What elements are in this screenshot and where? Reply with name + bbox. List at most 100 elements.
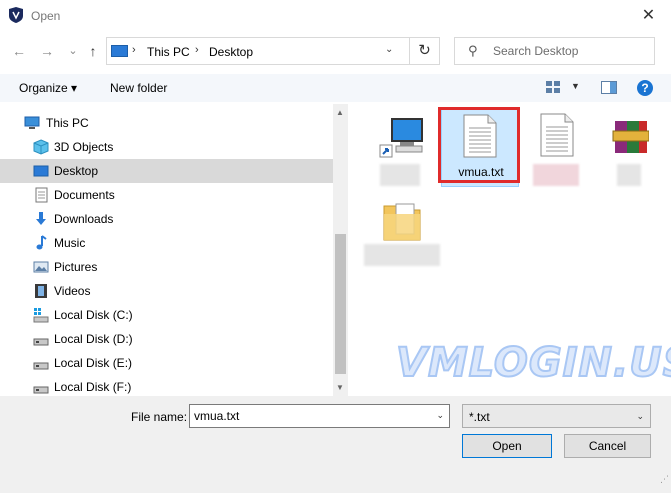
pictures-icon: [33, 261, 49, 273]
window-title: Open: [31, 9, 61, 23]
breadcrumb-this-pc[interactable]: This PC: [147, 45, 190, 59]
bottom-panel: File name: ⌄ *.txt ⌄ Open Cancel ⋰: [0, 396, 671, 493]
sidebar-item-downloads[interactable]: Downloads: [0, 207, 333, 231]
file-tile-archive[interactable]: [597, 109, 671, 187]
sidebar-scrollbar[interactable]: ▲ ▼: [333, 104, 348, 396]
sidebar-item-local-disk-e[interactable]: Local Disk (E:): [0, 351, 333, 375]
sidebar-item-label: Local Disk (D:): [54, 332, 133, 346]
drive-icon: [33, 362, 49, 370]
address-dropdown-icon[interactable]: ⌄: [385, 44, 393, 55]
sidebar-item-label: Local Disk (C:): [54, 308, 133, 322]
sidebar-item-label: Videos: [54, 284, 91, 298]
cancel-button[interactable]: Cancel: [564, 434, 651, 458]
computer-icon: [24, 116, 40, 129]
winrar-archive-icon: [612, 121, 649, 153]
address-bar[interactable]: › This PC › Desktop ⌄: [106, 37, 410, 65]
app-shield-icon: [9, 7, 23, 23]
scroll-down-icon[interactable]: ▼: [336, 383, 344, 392]
navigation-pane: This PC 3D Objects Desktop Documents Dow…: [0, 104, 333, 396]
sidebar-item-desktop[interactable]: Desktop: [0, 159, 333, 183]
blurred-label: [364, 244, 440, 266]
file-tile-text-document[interactable]: [519, 109, 597, 187]
recent-locations-button[interactable]: ⌄: [64, 40, 82, 62]
back-button[interactable]: ←: [10, 40, 28, 62]
sidebar-item-local-disk-d[interactable]: Local Disk (D:): [0, 327, 333, 351]
blurred-label: [617, 164, 641, 186]
sidebar-item-3d-objects[interactable]: 3D Objects: [0, 135, 333, 159]
sidebar-item-videos[interactable]: Videos: [0, 279, 333, 303]
scrollbar-thumb[interactable]: [335, 234, 346, 374]
file-type-value: *.txt: [469, 410, 490, 424]
forward-arrow-icon: →: [40, 43, 54, 59]
help-icon[interactable]: ?: [637, 80, 653, 96]
search-input[interactable]: [493, 43, 648, 59]
close-button[interactable]: ✕: [626, 0, 671, 32]
file-name-combobox[interactable]: ⌄: [189, 404, 450, 428]
computer-icon: [111, 45, 128, 57]
sidebar-item-label: Local Disk (F:): [54, 380, 132, 394]
sidebar-item-local-disk-c[interactable]: Local Disk (C:): [0, 303, 333, 327]
chevron-down-icon[interactable]: ⌄: [636, 411, 644, 422]
sidebar-item-music[interactable]: Music: [0, 231, 333, 255]
blurred-label: [380, 164, 420, 186]
text-file-icon: [463, 114, 497, 158]
folder-document-icon: [383, 203, 421, 241]
command-toolbar: Organize ▾ New folder ▼ ?: [0, 74, 671, 102]
scroll-up-icon[interactable]: ▲: [336, 108, 344, 117]
refresh-icon: ↻: [418, 42, 431, 59]
view-dropdown-icon[interactable]: ▼: [571, 81, 580, 91]
sidebar-item-label: Music: [54, 236, 86, 250]
organize-button[interactable]: Organize ▾: [19, 81, 77, 95]
open-button[interactable]: Open: [462, 434, 552, 458]
file-type-select[interactable]: *.txt ⌄: [462, 404, 651, 428]
back-arrow-icon: ←: [12, 43, 26, 59]
sidebar-item-label: Pictures: [54, 260, 98, 274]
sidebar-item-pictures[interactable]: Pictures: [0, 255, 333, 279]
close-icon: ✕: [641, 7, 656, 24]
search-icon: ⚲: [468, 43, 478, 58]
sidebar-item-label: Local Disk (E:): [54, 356, 133, 370]
this-pc-shortcut-icon: [379, 118, 423, 158]
chevron-down-icon[interactable]: ⌄: [436, 410, 444, 421]
chevron-down-icon: ⌄: [68, 45, 78, 57]
sidebar-item-this-pc[interactable]: This PC: [0, 111, 333, 135]
resize-grip-icon[interactable]: ⋰: [655, 475, 669, 490]
sidebar-item-local-disk-f[interactable]: Local Disk (F:): [0, 375, 333, 396]
file-name-label: File name:: [131, 410, 188, 424]
file-name-label: vmua.txt: [458, 165, 504, 179]
title-bar: Open ✕: [0, 0, 671, 32]
file-name-input[interactable]: [194, 408, 424, 424]
cube-icon: [33, 139, 49, 155]
sidebar-item-label: This PC: [46, 116, 89, 130]
file-tile-folder[interactable]: [362, 194, 440, 272]
file-tile-vmua-txt[interactable]: vmua.txt: [441, 109, 519, 187]
film-strip-icon: [35, 284, 47, 298]
up-button[interactable]: ↑: [84, 40, 102, 62]
sidebar-item-label: Documents: [54, 188, 115, 202]
text-file-icon: [540, 113, 574, 157]
download-arrow-icon: [36, 212, 46, 225]
drive-icon: [33, 386, 49, 394]
sidebar-item-label: Downloads: [54, 212, 114, 226]
desktop-icon: [33, 165, 49, 177]
up-arrow-icon: ↑: [89, 43, 97, 59]
breadcrumb-desktop[interactable]: Desktop: [209, 45, 253, 59]
refresh-button[interactable]: ↻: [410, 37, 440, 65]
drive-icon: [33, 338, 49, 346]
music-note-icon: [36, 235, 47, 250]
sidebar-item-label: 3D Objects: [54, 140, 114, 154]
system-drive-icon: [33, 308, 49, 323]
watermark: VMLOGIN.US: [395, 339, 671, 387]
preview-pane-icon[interactable]: [601, 81, 617, 94]
blurred-label: [533, 164, 579, 186]
new-folder-button[interactable]: New folder: [110, 81, 167, 95]
file-tile-this-pc-shortcut[interactable]: [362, 109, 440, 187]
chevron-right-icon: ›: [195, 44, 199, 56]
chevron-right-icon: ›: [132, 44, 136, 56]
sidebar-item-label: Desktop: [54, 164, 99, 178]
sidebar-item-documents[interactable]: Documents: [0, 183, 333, 207]
search-box[interactable]: ⚲: [454, 37, 655, 65]
documents-icon: [35, 187, 48, 203]
view-options-icon[interactable]: [546, 81, 562, 94]
forward-button[interactable]: →: [38, 40, 56, 62]
